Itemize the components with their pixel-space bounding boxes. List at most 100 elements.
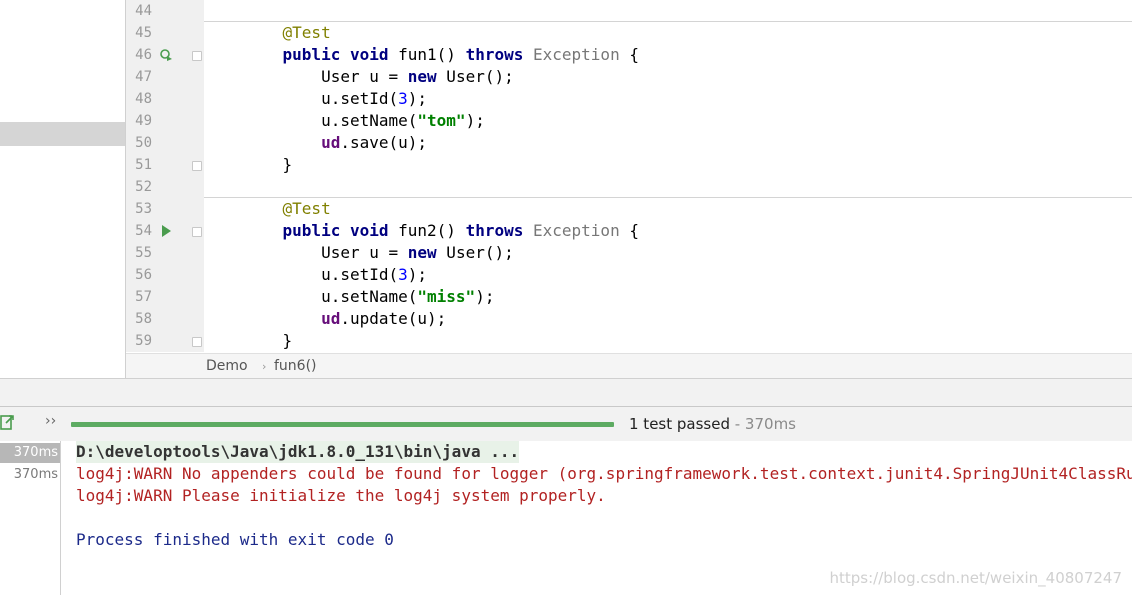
code-text: ud.save(u); — [244, 132, 427, 154]
line-number: 45 — [135, 25, 152, 41]
run-console[interactable]: D:\developtools\Java\jdk1.8.0_131\bin\ja… — [61, 441, 1132, 595]
code-text: } — [244, 154, 293, 176]
code-text: u.setName("miss"); — [244, 286, 494, 308]
code-line[interactable]: 51 } — [126, 154, 1132, 176]
line-number: 52 — [135, 179, 152, 195]
code-line[interactable]: 58 ud.update(u); — [126, 308, 1132, 330]
test-progress-bar — [71, 422, 614, 427]
code-token: fun1() — [388, 45, 466, 64]
code-line[interactable]: 45 @Test — [126, 22, 1132, 44]
test-status-duration: - 370ms — [729, 415, 796, 433]
run-test-icon[interactable] — [160, 225, 172, 237]
code-token: User u = — [244, 67, 408, 86]
fold-marker-icon[interactable] — [192, 227, 202, 237]
code-text: @Test — [244, 22, 331, 44]
code-token: .update(u); — [340, 309, 447, 328]
test-item-time[interactable]: 370ms — [14, 465, 58, 485]
code-line[interactable]: 54 public void fun2() throws Exception { — [126, 220, 1132, 242]
code-token: new — [407, 243, 437, 262]
code-line[interactable]: 46 public void fun1() throws Exception { — [126, 44, 1132, 66]
code-text: u.setId(3); — [244, 264, 427, 286]
code-token: } — [244, 331, 293, 350]
code-token: Exception — [533, 45, 620, 64]
expand-toolbar-icon[interactable]: ›› — [45, 413, 56, 429]
breadcrumb-method[interactable]: fun6() — [274, 358, 317, 374]
line-number: 55 — [135, 245, 152, 261]
breadcrumb: Demo › fun6() — [126, 353, 1132, 379]
code-token: Exception — [533, 221, 620, 240]
console-line: log4j:WARN Please initialize the log4j s… — [76, 486, 606, 505]
code-token: u.setName( — [244, 111, 418, 130]
code-line[interactable]: 59 } — [126, 330, 1132, 352]
code-text: u.setName("tom"); — [244, 110, 485, 132]
code-text: @Test — [244, 198, 331, 220]
code-token: ); — [407, 265, 428, 284]
code-token: ); — [465, 111, 485, 130]
code-token: throws — [465, 221, 524, 240]
code-token: ); — [475, 287, 495, 306]
code-token: ); — [407, 89, 428, 108]
line-number: 47 — [135, 69, 152, 85]
code-token: @Test — [282, 23, 331, 42]
line-number: 48 — [135, 91, 152, 107]
fold-marker-icon[interactable] — [192, 51, 202, 61]
code-token: .save(u); — [340, 133, 428, 152]
rerun-test-icon[interactable] — [160, 49, 172, 61]
test-status-text: 1 test passed — [629, 415, 730, 433]
line-number: 44 — [135, 3, 152, 19]
project-panel-edge — [0, 0, 126, 378]
line-number: 53 — [135, 201, 152, 217]
breadcrumb-class[interactable]: Demo — [206, 358, 248, 374]
code-token: ud — [321, 309, 341, 328]
export-results-icon[interactable] — [0, 413, 16, 431]
code-token: "tom" — [417, 111, 466, 130]
code-token: User u = — [244, 243, 408, 262]
code-token: u.setId( — [244, 89, 399, 108]
code-token: 3 — [398, 265, 408, 284]
line-number: 49 — [135, 113, 152, 129]
code-token: { — [619, 45, 639, 64]
code-line[interactable]: 56 u.setId(3); — [126, 264, 1132, 286]
code-text: } — [244, 330, 293, 352]
code-token: } — [244, 155, 293, 174]
console-line: Process finished with exit code 0 — [76, 530, 394, 549]
console-line: D:\developtools\Java\jdk1.8.0_131\bin\ja… — [76, 441, 520, 463]
code-token: u.setId( — [244, 265, 399, 284]
code-token: User(); — [436, 243, 514, 262]
test-status: 1 test passed - 370ms — [629, 415, 796, 433]
code-line[interactable]: 50 ud.save(u); — [126, 132, 1132, 154]
code-line[interactable]: 52 — [126, 176, 1132, 198]
code-token: public void — [282, 45, 389, 64]
code-token: new — [407, 67, 437, 86]
panel-splitter[interactable] — [0, 378, 1132, 407]
code-text: u.setId(3); — [244, 88, 427, 110]
fold-marker-icon[interactable] — [192, 161, 202, 171]
code-token: User(); — [436, 67, 514, 86]
run-toolbar: ›› 1 test passed - 370ms — [0, 406, 1132, 442]
test-root-time[interactable]: 370ms — [0, 443, 60, 463]
project-tree-selected-row[interactable] — [0, 122, 125, 146]
code-line[interactable]: 57 u.setName("miss"); — [126, 286, 1132, 308]
line-number: 59 — [135, 333, 152, 349]
line-number: 46 — [135, 47, 152, 63]
code-line[interactable]: 44 — [126, 0, 1132, 22]
code-line[interactable]: 53 @Test — [126, 198, 1132, 220]
code-token: throws — [465, 45, 524, 64]
code-line[interactable]: 48 u.setId(3); — [126, 88, 1132, 110]
code-line[interactable]: 49 u.setName("tom"); — [126, 110, 1132, 132]
line-number: 54 — [135, 223, 152, 239]
watermark: https://blog.csdn.net/weixin_40807247 — [829, 569, 1122, 587]
code-text: ud.update(u); — [244, 308, 446, 330]
code-token: @Test — [282, 199, 331, 218]
code-text: public void fun1() throws Exception { — [244, 44, 639, 66]
line-number: 51 — [135, 157, 152, 173]
fold-marker-icon[interactable] — [192, 337, 202, 347]
code-line[interactable]: 55 User u = new User(); — [126, 242, 1132, 264]
code-text: User u = new User(); — [244, 66, 514, 88]
code-line[interactable]: 47 User u = new User(); — [126, 66, 1132, 88]
